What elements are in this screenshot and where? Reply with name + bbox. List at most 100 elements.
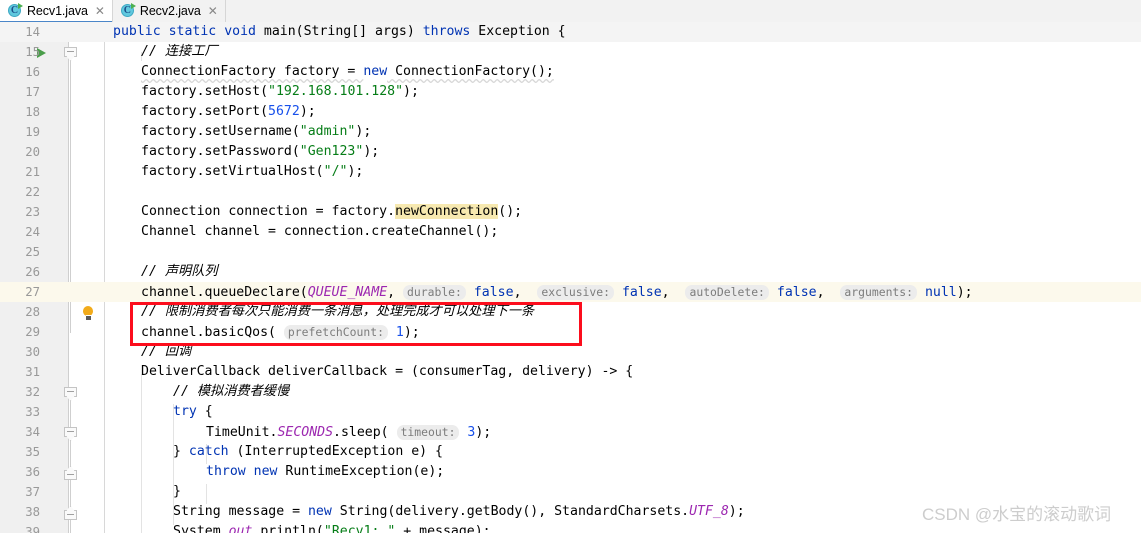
token-string: "/" bbox=[323, 164, 348, 179]
token-plain: + message); bbox=[395, 524, 491, 533]
param-hint-arguments: arguments: bbox=[840, 285, 917, 300]
token-plain: channel.queueDeclare( bbox=[141, 285, 308, 300]
token-static-field: out bbox=[228, 524, 253, 533]
line-content: // 回调 bbox=[141, 344, 192, 359]
editor-tab-bar: C Recv1.java ✕ C Recv2.java ✕ bbox=[0, 0, 1141, 23]
code-line-21[interactable]: 21 factory.setVirtualHost("/"); bbox=[0, 162, 1141, 182]
code-line-37[interactable]: 37 } bbox=[0, 482, 1141, 502]
token-plain: ); bbox=[299, 104, 316, 119]
code-line-25[interactable]: 25 bbox=[0, 242, 1141, 262]
code-line-24[interactable]: 24 Channel channel = connection.createCh… bbox=[0, 222, 1141, 242]
editor-window: C Recv1.java ✕ C Recv2.java ✕ 14 public … bbox=[0, 0, 1141, 533]
line-content: System.out.println("Recv1: " + message); bbox=[173, 522, 491, 533]
param-hint-durable: durable: bbox=[403, 285, 466, 300]
code-line-26[interactable]: 26 // 声明队列 bbox=[0, 262, 1141, 282]
token-plain: String message = bbox=[173, 504, 308, 519]
csdn-watermark: CSDN @水宝的滚动歌词 bbox=[922, 505, 1112, 524]
token-static-field: UTF_8 bbox=[689, 504, 729, 519]
token-keyword: throw bbox=[206, 464, 246, 479]
line-content: factory.setHost("192.168.101.128"); bbox=[141, 82, 419, 102]
token-plain: factory.setPassword( bbox=[141, 144, 300, 159]
code-line-36[interactable]: 36 throw new RuntimeException(e); bbox=[0, 462, 1141, 482]
tab-recv2-java[interactable]: C Recv2.java ✕ bbox=[112, 0, 226, 22]
line-number: 34 bbox=[25, 425, 40, 439]
line-number: 25 bbox=[25, 245, 40, 259]
code-line-16[interactable]: 16 ConnectionFactory factory = new Conne… bbox=[0, 62, 1141, 82]
line-number: 29 bbox=[25, 325, 40, 339]
token-plain: RuntimeException(e); bbox=[277, 464, 445, 479]
code-line-19[interactable]: 19 factory.setUsername("admin"); bbox=[0, 122, 1141, 142]
token-plain: .sleep( bbox=[333, 425, 397, 440]
token-plain: factory.setPort( bbox=[141, 104, 269, 119]
line-content: // 声明队列 bbox=[141, 264, 218, 279]
token-static-field: SECONDS bbox=[277, 425, 334, 440]
token-plain: ); bbox=[403, 325, 420, 340]
token-plain: main(String[] args) bbox=[263, 24, 423, 39]
close-icon[interactable]: ✕ bbox=[93, 5, 105, 17]
token-plain: ConnectionFactory factory = bbox=[141, 64, 364, 79]
token-keyword: new bbox=[307, 504, 332, 519]
token-plain: .println( bbox=[252, 524, 324, 533]
token-plain: Connection connection = factory. bbox=[141, 204, 396, 219]
code-line-31[interactable]: 31 DeliverCallback deliverCallback = (co… bbox=[0, 362, 1141, 382]
token-keyword: catch bbox=[188, 444, 229, 459]
line-number: 28 bbox=[25, 305, 40, 319]
line-number: 35 bbox=[25, 445, 40, 459]
tab-recv1-java[interactable]: C Recv1.java ✕ bbox=[0, 0, 113, 23]
code-line-28[interactable]: 28 // 限制消费者每次只能消费一条消息，处理完成才可以处理下一条 bbox=[0, 302, 1141, 322]
line-number: 39 bbox=[25, 525, 40, 533]
param-hint-exclusive: exclusive: bbox=[537, 285, 614, 300]
code-line-29[interactable]: 29 channel.basicQos( prefetchCount: 1); bbox=[0, 322, 1141, 342]
token-plain: String(delivery.getBody(), StandardChars… bbox=[331, 504, 690, 519]
token-plain: { bbox=[196, 404, 213, 419]
token-keyword: new bbox=[363, 64, 388, 79]
line-content: TimeUnit.SECONDS.sleep( timeout: 3); bbox=[206, 422, 491, 442]
line-content: public static void main(String[] args) t… bbox=[113, 22, 566, 42]
token-plain: factory.setHost( bbox=[141, 84, 269, 99]
token-plain: , bbox=[387, 285, 404, 300]
line-number: 20 bbox=[25, 145, 40, 159]
line-content: } bbox=[173, 484, 181, 499]
token-plain: ); bbox=[347, 164, 364, 179]
line-number: 38 bbox=[25, 505, 40, 519]
code-line-34[interactable]: 34 TimeUnit.SECONDS.sleep( timeout: 3); bbox=[0, 422, 1141, 442]
token-plain: ); bbox=[355, 124, 372, 139]
java-class-runnable-icon: C bbox=[120, 3, 136, 18]
code-line-14[interactable]: 14 public static void main(String[] args… bbox=[0, 22, 1141, 42]
code-line-18[interactable]: 18 factory.setPort(5672); bbox=[0, 102, 1141, 122]
line-content: } catch (InterruptedException e) { bbox=[173, 442, 443, 462]
code-line-27[interactable]: 27 channel.queueDeclare(QUEUE_NAME, dura… bbox=[0, 282, 1141, 302]
token-plain: (); bbox=[498, 204, 523, 219]
param-hint-autodelete: autoDelete: bbox=[685, 285, 769, 300]
line-content: factory.setUsername("admin"); bbox=[141, 122, 371, 142]
line-number: 24 bbox=[25, 225, 40, 239]
token-number: 1 bbox=[395, 325, 404, 340]
token-highlighted-usage: newConnection bbox=[395, 204, 499, 219]
code-line-22[interactable]: 22 bbox=[0, 182, 1141, 202]
line-content: channel.basicQos( prefetchCount: 1); bbox=[141, 322, 420, 342]
code-line-35[interactable]: 35 } catch (InterruptedException e) { bbox=[0, 442, 1141, 462]
tab-label: Recv2.java bbox=[139, 4, 201, 18]
line-number: 36 bbox=[25, 465, 40, 479]
code-line-17[interactable]: 17 factory.setHost("192.168.101.128"); bbox=[0, 82, 1141, 102]
line-number: 30 bbox=[25, 345, 40, 359]
code-line-23[interactable]: 23 Connection connection = factory.newCo… bbox=[0, 202, 1141, 222]
code-editor[interactable]: 14 public static void main(String[] args… bbox=[0, 22, 1141, 533]
code-line-30[interactable]: 30 // 回调 bbox=[0, 342, 1141, 362]
token-plain: ); bbox=[956, 285, 973, 300]
code-line-33[interactable]: 33 try { bbox=[0, 402, 1141, 422]
code-line-15[interactable]: 15 // 连接工厂 bbox=[0, 42, 1141, 62]
line-content: factory.setPassword("Gen123"); bbox=[141, 142, 379, 162]
code-line-32[interactable]: 32 // 模拟消费者缓慢 bbox=[0, 382, 1141, 402]
token-keyword: void bbox=[224, 24, 256, 39]
close-icon[interactable]: ✕ bbox=[206, 5, 218, 17]
line-content: factory.setPort(5672); bbox=[141, 102, 316, 122]
line-number: 17 bbox=[25, 85, 40, 99]
tab-label: Recv1.java bbox=[27, 4, 88, 18]
code-line-20[interactable]: 20 factory.setPassword("Gen123"); bbox=[0, 142, 1141, 162]
line-number: 15 bbox=[25, 45, 40, 59]
token-plain: System. bbox=[173, 524, 229, 533]
param-hint-timeout: timeout: bbox=[396, 425, 460, 440]
line-content: // 限制消费者每次只能消费一条消息，处理完成才可以处理下一条 bbox=[141, 304, 535, 319]
token-string: "admin" bbox=[299, 124, 356, 139]
